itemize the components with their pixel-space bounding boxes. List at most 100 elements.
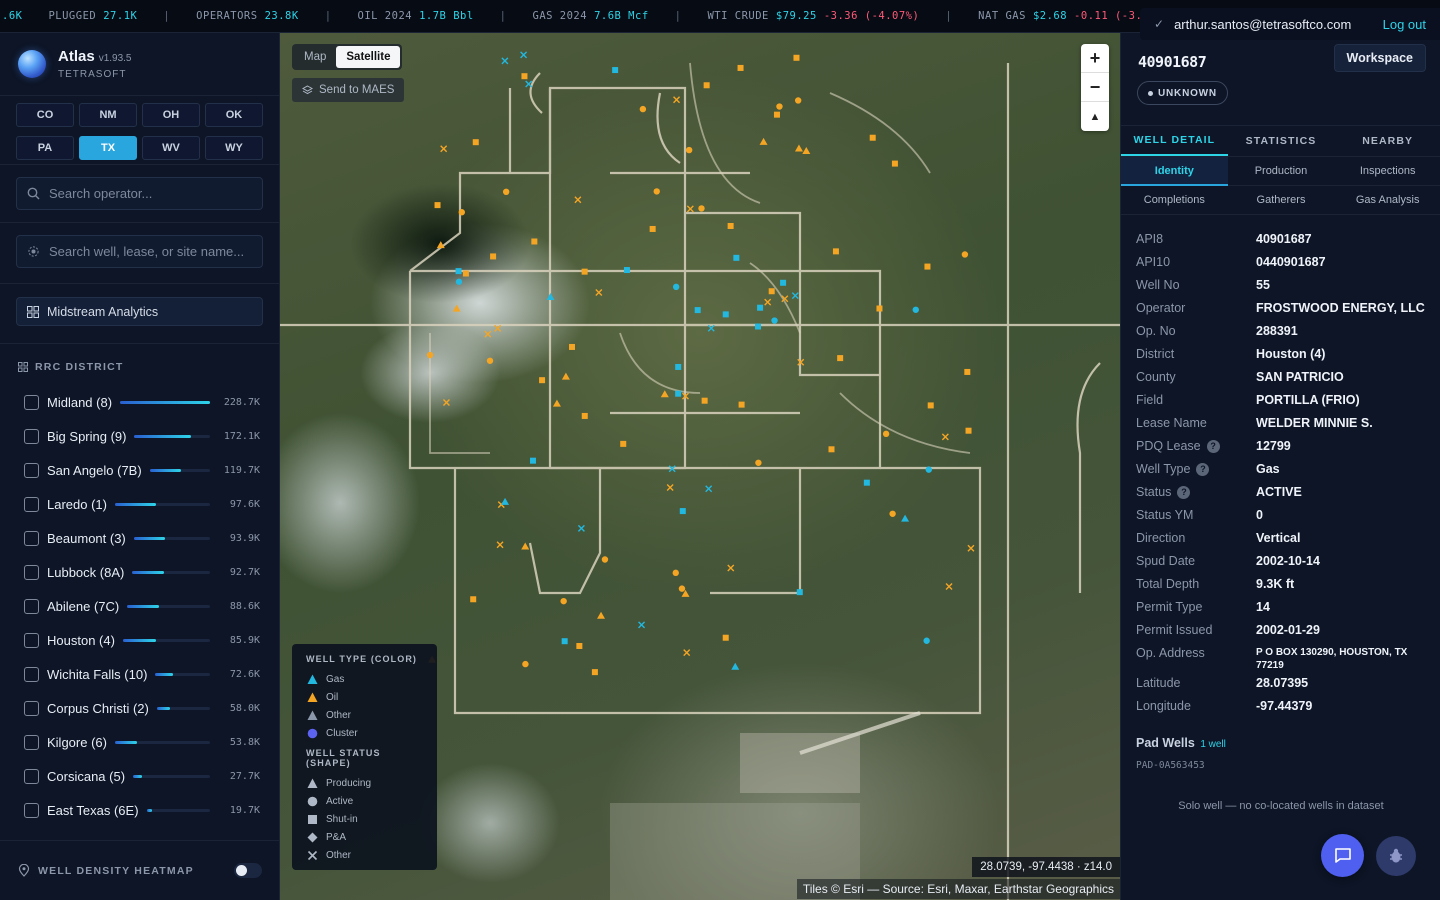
- well-marker-shut-in[interactable]: [832, 248, 839, 255]
- well-marker-shut-in[interactable]: [837, 355, 844, 362]
- well-marker-producing[interactable]: [660, 390, 669, 398]
- well-marker-producing[interactable]: [802, 146, 811, 154]
- well-marker-shut-in[interactable]: [927, 402, 934, 409]
- district-checkbox[interactable]: [24, 462, 39, 478]
- map-mode-map[interactable]: Map: [294, 46, 336, 68]
- well-search-input[interactable]: [49, 244, 249, 259]
- well-marker-shut-in[interactable]: [722, 634, 729, 641]
- state-button-co[interactable]: CO: [16, 103, 74, 127]
- well-marker-other[interactable]: [666, 484, 674, 492]
- district-checkbox[interactable]: [24, 530, 39, 546]
- well-marker-active[interactable]: [560, 597, 567, 605]
- well-marker-producing[interactable]: [552, 399, 561, 407]
- well-marker-active[interactable]: [889, 510, 896, 517]
- well-marker-active[interactable]: [923, 637, 930, 644]
- well-marker-shut-in[interactable]: [568, 343, 575, 350]
- district-checkbox[interactable]: [24, 564, 39, 580]
- well-marker-shut-in[interactable]: [531, 238, 538, 245]
- well-marker-shut-in[interactable]: [470, 596, 477, 603]
- send-to-maes-button[interactable]: Send to MAES: [292, 78, 405, 102]
- well-marker-producing[interactable]: [731, 662, 740, 670]
- well-marker-shut-in[interactable]: [737, 64, 744, 71]
- rrc-district-row[interactable]: Abilene (7C) 88.6K: [24, 589, 260, 623]
- district-checkbox[interactable]: [24, 598, 39, 614]
- well-marker-other[interactable]: [525, 80, 533, 88]
- well-marker-active[interactable]: [794, 97, 802, 104]
- well-marker-shut-in[interactable]: [869, 134, 876, 141]
- subtab-gas-analysis[interactable]: Gas Analysis: [1334, 186, 1440, 215]
- well-marker-shut-in[interactable]: [675, 363, 682, 370]
- well-marker-shut-in[interactable]: [679, 508, 686, 515]
- well-marker-producing[interactable]: [501, 497, 510, 505]
- well-search[interactable]: [16, 235, 263, 268]
- well-marker-shut-in[interactable]: [472, 139, 479, 146]
- well-marker-shut-in[interactable]: [591, 669, 598, 676]
- well-marker-active[interactable]: [522, 660, 529, 668]
- rrc-district-row[interactable]: Wichita Falls (10) 72.6K: [24, 657, 260, 691]
- well-marker-shut-in[interactable]: [780, 279, 787, 286]
- well-marker-other[interactable]: [945, 582, 953, 590]
- well-marker-shut-in[interactable]: [964, 368, 971, 375]
- rrc-district-row[interactable]: East Texas (6E) 19.7K: [24, 793, 260, 827]
- subtab-completions[interactable]: Completions: [1121, 186, 1228, 215]
- well-marker-other[interactable]: [638, 621, 646, 629]
- well-marker-shut-in[interactable]: [965, 427, 972, 434]
- satellite-map[interactable]: Map Satellite Send to MAES + − ▲ WELL TYP…: [280, 33, 1120, 900]
- well-marker-other[interactable]: [440, 145, 448, 153]
- well-marker-other[interactable]: [673, 96, 681, 104]
- well-marker-producing[interactable]: [901, 514, 910, 522]
- district-checkbox[interactable]: [24, 802, 39, 818]
- well-marker-active[interactable]: [776, 103, 783, 110]
- well-marker-active[interactable]: [925, 466, 932, 473]
- well-marker-active[interactable]: [426, 351, 434, 359]
- district-checkbox[interactable]: [24, 428, 39, 444]
- chat-button[interactable]: [1321, 834, 1364, 877]
- well-marker-shut-in[interactable]: [490, 253, 497, 260]
- well-marker-other[interactable]: [577, 524, 585, 532]
- well-marker-producing[interactable]: [546, 293, 555, 301]
- well-marker-producing[interactable]: [794, 144, 803, 152]
- rrc-district-row[interactable]: Big Spring (9) 172.1K: [24, 419, 260, 453]
- well-marker-active[interactable]: [672, 569, 679, 577]
- well-marker-active[interactable]: [912, 306, 919, 313]
- well-marker-shut-in[interactable]: [828, 446, 835, 453]
- help-icon[interactable]: ?: [1196, 462, 1210, 476]
- subtab-inspections[interactable]: Inspections: [1334, 157, 1440, 186]
- subtab-gatherers[interactable]: Gatherers: [1227, 186, 1335, 215]
- well-marker-active[interactable]: [961, 251, 969, 258]
- help-icon[interactable]: ?: [1177, 485, 1191, 499]
- rrc-district-row[interactable]: Lubbock (8A) 92.7K: [24, 555, 260, 589]
- state-button-wy[interactable]: WY: [205, 136, 263, 160]
- help-icon[interactable]: ?: [1206, 439, 1220, 453]
- state-button-wv[interactable]: WV: [142, 136, 200, 160]
- well-marker-shut-in[interactable]: [581, 268, 588, 275]
- district-checkbox[interactable]: [24, 632, 39, 648]
- well-marker-active[interactable]: [601, 556, 609, 563]
- well-marker-shut-in[interactable]: [521, 73, 528, 80]
- district-checkbox[interactable]: [24, 734, 39, 750]
- well-marker-producing[interactable]: [597, 611, 606, 619]
- state-button-ok[interactable]: OK: [205, 103, 263, 127]
- workspace-button[interactable]: Workspace: [1333, 44, 1426, 72]
- district-checkbox[interactable]: [24, 700, 39, 716]
- well-marker-active[interactable]: [755, 459, 762, 466]
- well-marker-shut-in[interactable]: [434, 202, 441, 209]
- well-marker-other[interactable]: [484, 330, 492, 338]
- rrc-district-row[interactable]: Houston (4) 85.9K: [24, 623, 260, 657]
- well-marker-active[interactable]: [653, 188, 660, 195]
- rrc-district-row[interactable]: Beaumont (3) 93.9K: [24, 521, 260, 555]
- logout-link[interactable]: Log out: [1383, 17, 1426, 32]
- operator-search-input[interactable]: [49, 186, 249, 201]
- well-marker-shut-in[interactable]: [924, 263, 931, 270]
- well-marker-active[interactable]: [771, 317, 778, 324]
- rrc-district-row[interactable]: Corpus Christi (2) 58.0K: [24, 691, 260, 725]
- bug-report-button[interactable]: [1376, 836, 1416, 876]
- midstream-analytics-button[interactable]: Midstream Analytics: [16, 297, 263, 326]
- district-checkbox[interactable]: [24, 768, 39, 784]
- well-marker-shut-in[interactable]: [576, 642, 583, 649]
- heatmap-toggle[interactable]: [234, 863, 262, 878]
- well-marker-active[interactable]: [882, 430, 890, 438]
- well-marker-active[interactable]: [458, 209, 465, 216]
- district-checkbox[interactable]: [24, 496, 39, 512]
- well-marker-other[interactable]: [442, 399, 450, 407]
